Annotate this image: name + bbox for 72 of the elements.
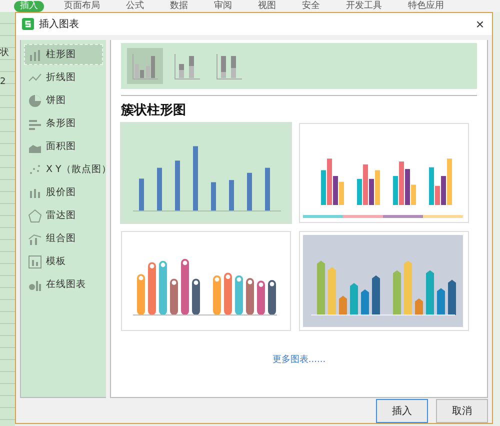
chart-bar xyxy=(247,172,252,211)
chart-bar xyxy=(224,272,232,315)
chart-type-item[interactable]: 条形图 xyxy=(24,113,103,134)
chart-bar xyxy=(328,267,336,315)
chart-type-item[interactable]: 折线图 xyxy=(24,67,103,88)
ribbon-tab[interactable]: 数据 xyxy=(164,0,194,12)
chart-bar xyxy=(246,278,254,315)
chart-bar xyxy=(181,258,189,315)
ribbon-tab[interactable]: 安全 xyxy=(296,0,326,12)
chart-bar xyxy=(170,278,178,315)
chart-bar xyxy=(139,178,144,211)
template-card[interactable] xyxy=(121,231,291,331)
chart-bar xyxy=(137,274,145,315)
combo-chart-icon xyxy=(28,232,42,246)
chart-bar xyxy=(159,260,167,315)
chart-bar xyxy=(415,298,423,315)
ribbon-tab[interactable]: 开发工具 xyxy=(340,0,388,12)
chart-type-item[interactable]: 饼图 xyxy=(24,90,103,111)
chart-type-item[interactable]: 面积图 xyxy=(24,136,103,157)
chart-bar xyxy=(317,260,325,315)
chart-bar xyxy=(350,283,358,315)
chart-bar xyxy=(268,280,276,315)
chart-bar xyxy=(426,270,434,315)
close-button[interactable]: × xyxy=(474,17,486,31)
cancel-button[interactable]: 取消 xyxy=(436,398,488,422)
ribbon-tab[interactable]: 特色应用 xyxy=(402,0,450,12)
ribbon-tab[interactable]: 公式 xyxy=(120,0,150,12)
ribbon-tab[interactable]: 视图 xyxy=(252,0,282,12)
chart-bar xyxy=(229,180,234,211)
ribbon-tab[interactable]: 页面布局 xyxy=(58,0,106,12)
window-title: 插入图表 xyxy=(39,18,80,31)
chart-bar xyxy=(235,275,243,315)
insert-button[interactable]: 插入 xyxy=(376,398,428,422)
radar-chart-icon xyxy=(28,208,42,222)
chart-bar xyxy=(157,168,162,211)
chart-type-item[interactable]: 雷达图 xyxy=(24,205,103,226)
chart-bar xyxy=(257,280,265,315)
chart-type-item[interactable]: 股价图 xyxy=(24,182,103,203)
chart-bar xyxy=(192,278,200,315)
chart-bar xyxy=(265,168,270,211)
chart-bar xyxy=(372,275,380,315)
scatter-chart-icon xyxy=(28,162,42,176)
chart-bar xyxy=(213,275,221,315)
clustered-column-icon xyxy=(131,52,159,80)
chart-type-item[interactable]: 在线图表 xyxy=(24,274,103,295)
chart-bar xyxy=(175,160,180,211)
pie-chart-icon xyxy=(28,94,42,108)
section-heading: 簇状柱形图 xyxy=(121,102,187,119)
chart-bar xyxy=(211,182,216,211)
chart-bar xyxy=(148,262,156,315)
chart-type-item[interactable]: 柱形图 xyxy=(24,44,103,65)
ribbon-tab[interactable]: 审阅 xyxy=(208,0,238,12)
template-card[interactable] xyxy=(299,123,469,223)
chart-bar xyxy=(193,146,198,211)
template-card[interactable] xyxy=(121,123,291,223)
percent-column-icon xyxy=(215,52,243,80)
template-chart-icon xyxy=(28,254,42,268)
toolbar-label: 状 xyxy=(0,46,9,59)
chart-type-item[interactable]: X Y（散点图） xyxy=(24,159,103,180)
cell-text: 2 xyxy=(0,77,6,87)
column-chart-icon xyxy=(28,48,42,62)
chart-bar xyxy=(437,288,445,315)
chart-bar xyxy=(393,270,401,315)
chart-bar xyxy=(448,280,456,315)
more-charts-link[interactable]: 更多图表...... xyxy=(272,353,326,366)
chart-bar xyxy=(361,289,369,315)
subtype-option[interactable] xyxy=(127,48,163,84)
stacked-column-icon xyxy=(173,52,201,80)
chart-type-item[interactable]: 组合图 xyxy=(24,228,103,249)
chart-bar xyxy=(404,260,412,315)
app-icon xyxy=(22,18,34,30)
chart-type-item[interactable]: 模板 xyxy=(24,251,103,272)
